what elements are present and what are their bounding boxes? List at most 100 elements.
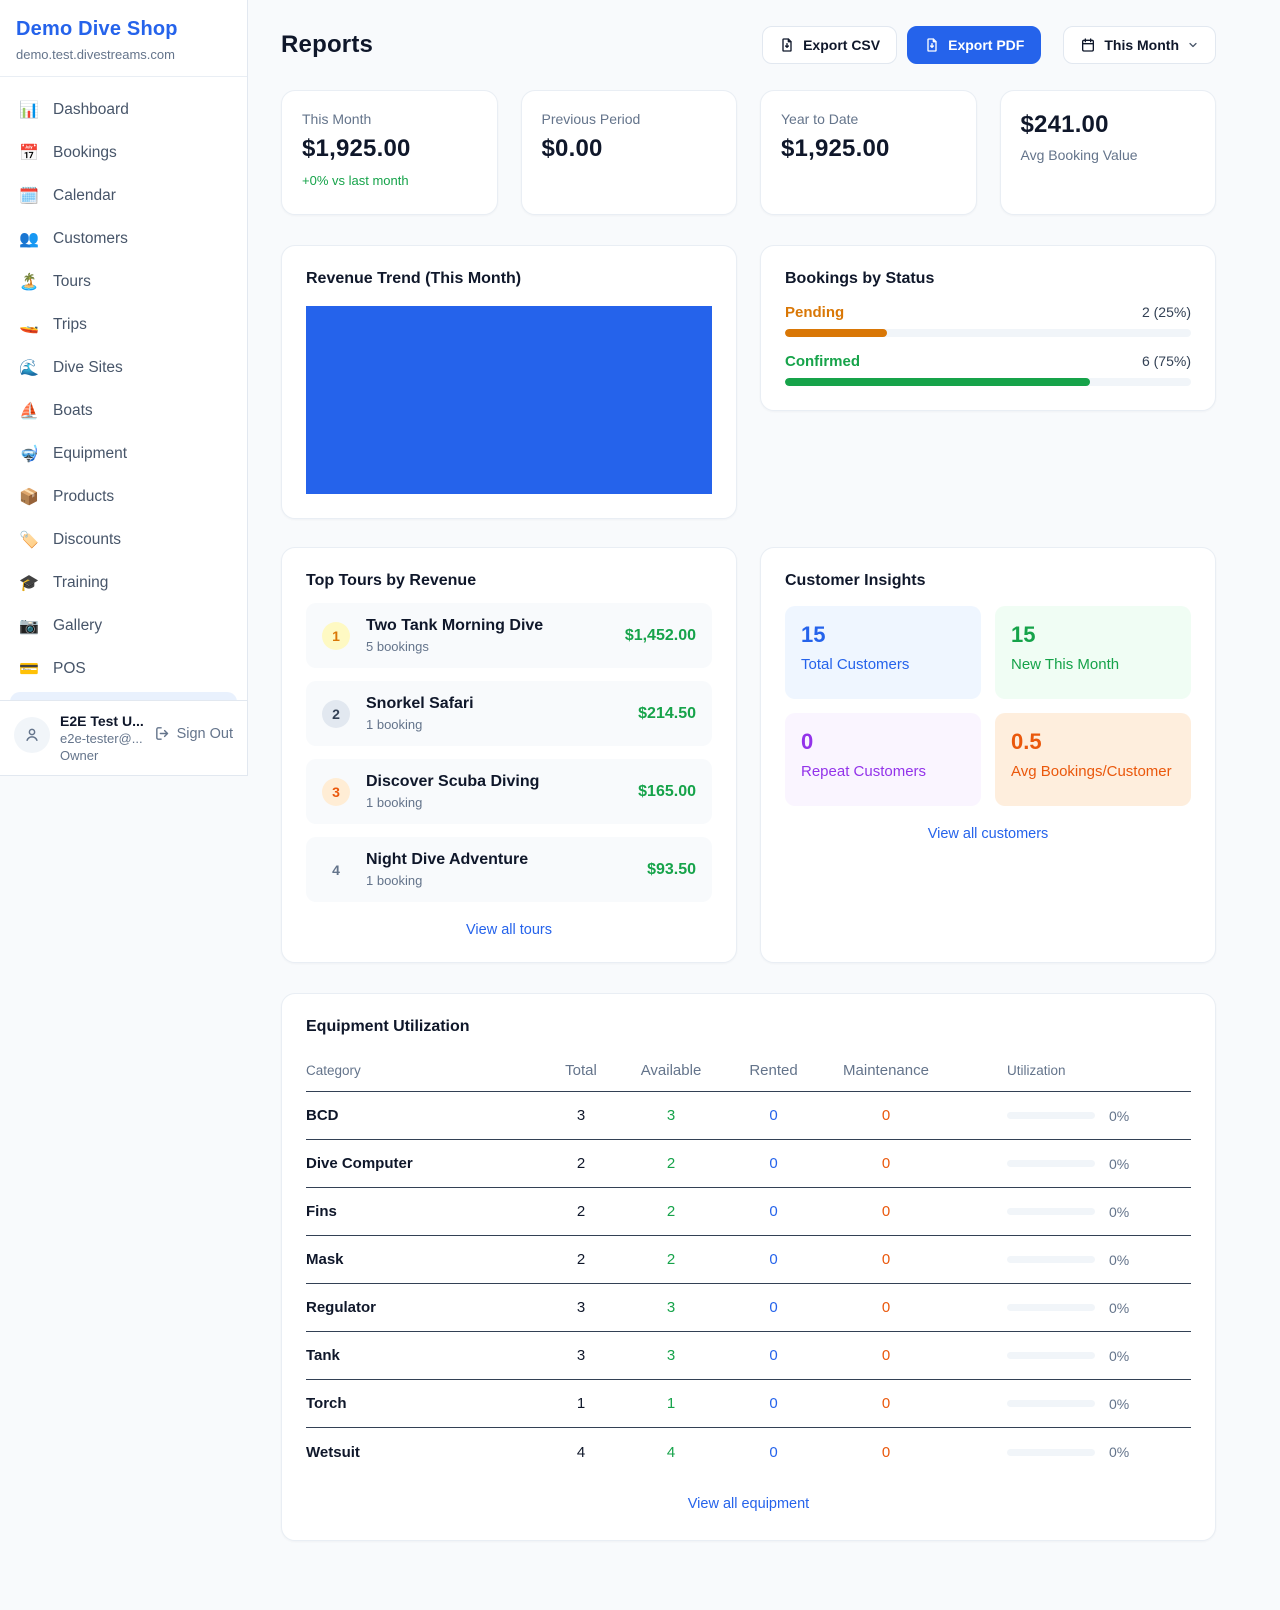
tour-list-item: 2 Snorkel Safari1 booking $214.50: [306, 681, 712, 746]
stat-cards: This Month $1,925.00 +0% vs last month P…: [281, 90, 1216, 215]
view-all-tours-link[interactable]: View all tours: [306, 922, 712, 938]
utilization-percent: 0%: [1109, 1108, 1129, 1124]
cell-maintenance: 0: [821, 1395, 951, 1412]
sidebar-item-training[interactable]: 🎓Training: [8, 563, 239, 603]
utilization-percent: 0%: [1109, 1444, 1129, 1460]
cell-available: 1: [616, 1395, 726, 1412]
sidebar-item-label: Discounts: [53, 531, 121, 549]
cell-rented: 0: [726, 1347, 821, 1364]
column-header: Maintenance: [821, 1062, 951, 1079]
calendar-icon: [1080, 37, 1096, 53]
user-meta: E2E Test U... e2e-tester@... Owner: [60, 713, 144, 763]
cell-total: 1: [546, 1395, 616, 1412]
dive-sites-icon: 🌊: [18, 358, 40, 378]
cell-available: 2: [616, 1251, 726, 1268]
sidebar-item-label: Trips: [53, 316, 87, 334]
cell-category: Wetsuit: [306, 1444, 546, 1461]
status-label: Pending: [785, 304, 844, 321]
main-content: Reports Export CSV Export PDF This Month: [248, 0, 1280, 1541]
cell-utilization: 0%: [951, 1300, 1191, 1316]
table-header-row: Category Total Available Rented Maintena…: [306, 1050, 1191, 1092]
utilization-track: [1007, 1400, 1095, 1407]
sidebar-item-equipment[interactable]: 🤿 Equipment: [8, 434, 239, 474]
cell-utilization: 0%: [951, 1204, 1191, 1220]
export-pdf-button[interactable]: Export PDF: [907, 26, 1041, 64]
sidebar-item-bookings[interactable]: 📅Bookings: [8, 133, 239, 173]
view-all-customers-link[interactable]: View all customers: [785, 826, 1191, 842]
sidebar-item-customers[interactable]: 👥Customers: [8, 219, 239, 259]
sidebar-item-gallery[interactable]: 📷 Gallery: [8, 606, 239, 646]
cell-utilization: 0%: [951, 1156, 1191, 1172]
tour-revenue: $214.50: [638, 705, 696, 723]
shop-domain: demo.test.divestreams.com: [16, 47, 231, 62]
sidebar-item-pos[interactable]: 💳POS: [8, 649, 239, 689]
utilization-track: [1007, 1256, 1095, 1263]
tile-label: New This Month: [1011, 656, 1175, 673]
sidebar-item-boats[interactable]: ⛵Boats: [8, 391, 239, 431]
person-icon: [23, 726, 41, 744]
cell-category: Regulator: [306, 1299, 546, 1316]
tour-list-item: 3 Discover Scuba Diving1 booking $165.00: [306, 759, 712, 824]
cell-total: 2: [546, 1155, 616, 1172]
view-all-equipment-link[interactable]: View all equipment: [306, 1496, 1191, 1512]
sidebar-nav: 📊Dashboard 📅Bookings 🗓️Calendar 👥Custome…: [0, 77, 247, 700]
sidebar-item-products[interactable]: 📦Products: [8, 477, 239, 517]
sidebar-active-item-partial[interactable]: [10, 692, 237, 700]
sign-out-label: Sign Out: [177, 726, 233, 742]
cell-total: 3: [546, 1107, 616, 1124]
utilization-track: [1007, 1449, 1095, 1456]
tour-bookings: 1 booking: [366, 717, 622, 732]
progress-fill: [785, 378, 1090, 386]
cell-available: 2: [616, 1203, 726, 1220]
sidebar-item-label: Training: [53, 574, 108, 592]
page-header: Reports Export CSV Export PDF This Month: [281, 26, 1216, 64]
sidebar-item-label: Customers: [53, 230, 128, 248]
sidebar-item-dive-sites[interactable]: 🌊 Dive Sites: [8, 348, 239, 388]
cell-available: 3: [616, 1347, 726, 1364]
sidebar-item-label: Dive Sites: [53, 359, 123, 377]
tile-value: 0.5: [1011, 729, 1175, 755]
sidebar-item-tours[interactable]: 🏝️Tours: [8, 262, 239, 302]
sidebar-item-label: Dashboard: [53, 101, 129, 119]
top-tours-card: Top Tours by Revenue 1 Two Tank Morning …: [281, 547, 737, 963]
cell-total: 3: [546, 1299, 616, 1316]
tour-name: Snorkel Safari: [366, 695, 622, 713]
tile-repeat-customers: 0 Repeat Customers: [785, 713, 981, 806]
sidebar-item-discounts[interactable]: 🏷️Discounts: [8, 520, 239, 560]
tour-bookings: 1 booking: [366, 873, 631, 888]
cell-available: 4: [616, 1444, 726, 1461]
export-csv-button[interactable]: Export CSV: [762, 26, 897, 64]
cell-category: Dive Computer: [306, 1155, 546, 1172]
table-row: Mask 2 2 0 0 0%: [306, 1236, 1191, 1284]
cell-category: Fins: [306, 1203, 546, 1220]
revenue-trend-bar: [306, 306, 712, 494]
cell-rented: 0: [726, 1203, 821, 1220]
cell-total: 3: [546, 1347, 616, 1364]
stat-label: Avg Booking Value: [1021, 147, 1196, 163]
period-label: This Month: [1104, 37, 1179, 53]
cell-utilization: 0%: [951, 1252, 1191, 1268]
table-row: BCD 3 3 0 0 0%: [306, 1092, 1191, 1140]
shop-name[interactable]: Demo Dive Shop: [16, 18, 231, 41]
customer-insights-title: Customer Insights: [785, 572, 1191, 590]
sidebar-item-label: Gallery: [53, 617, 102, 635]
cell-available: 2: [616, 1155, 726, 1172]
shop-header: Demo Dive Shop demo.test.divestreams.com: [0, 0, 247, 77]
gallery-icon: 📷: [18, 616, 40, 636]
tour-name: Night Dive Adventure: [366, 851, 631, 869]
sidebar-item-dashboard[interactable]: 📊Dashboard: [8, 90, 239, 130]
utilization-track: [1007, 1160, 1095, 1167]
tile-label: Total Customers: [801, 656, 965, 673]
cell-maintenance: 0: [821, 1107, 951, 1124]
sidebar-item-calendar[interactable]: 🗓️Calendar: [8, 176, 239, 216]
stat-delta: +0% vs last month: [302, 173, 477, 188]
sign-out-button[interactable]: Sign Out: [154, 725, 233, 742]
avatar: [14, 717, 50, 753]
sidebar-item-trips[interactable]: 🚤Trips: [8, 305, 239, 345]
period-selector[interactable]: This Month: [1063, 26, 1216, 64]
sidebar-item-label: Equipment: [53, 445, 127, 463]
stat-label: Previous Period: [542, 111, 717, 127]
utilization-percent: 0%: [1109, 1300, 1129, 1316]
equipment-utilization-card: Equipment Utilization Category Total Ava…: [281, 993, 1216, 1541]
equipment-icon: 🤿: [18, 444, 40, 464]
